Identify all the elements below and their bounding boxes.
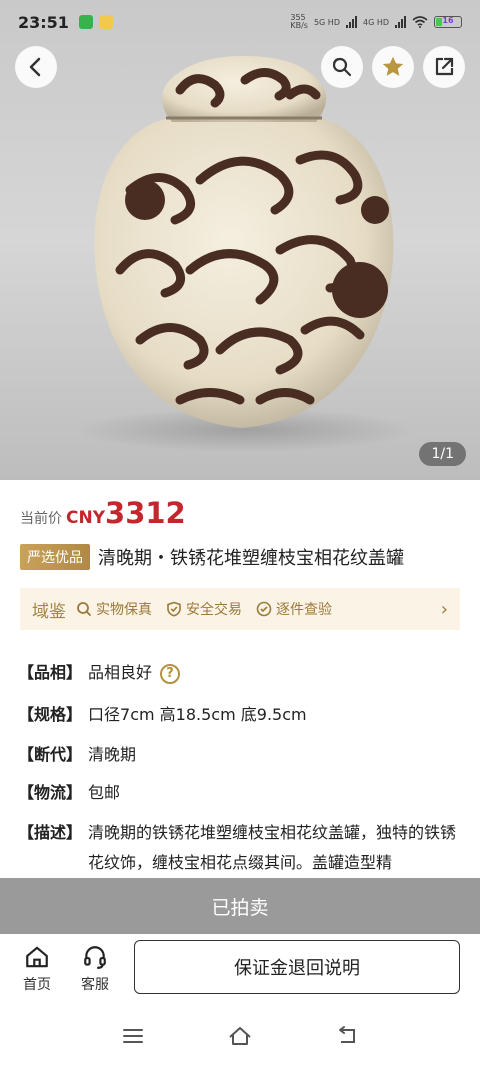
selected-badge: 严选优品 [20, 544, 90, 570]
shield-check-icon [167, 601, 181, 617]
search-icon [77, 602, 91, 616]
battery-level: 16 [442, 16, 454, 25]
spec-value: 清晚期 [88, 745, 137, 764]
network-4g-label: 4G HD [362, 17, 389, 27]
back-button[interactable] [15, 46, 57, 88]
network-5g-label: 5G HD [313, 17, 340, 27]
service-inspection: 逐件查验 [256, 599, 332, 619]
item-title: 清晚期・铁锈花堆塑缠枝宝相花纹盖罐 [98, 548, 404, 569]
spec-value-text: 品相良好 [88, 663, 153, 682]
home-nav-icon[interactable] [227, 1025, 253, 1047]
spec-description: 【描述】 清晚期的铁锈花堆塑缠枝宝相花纹盖罐，独特的铁锈花纹饰，缠枝宝相花点缀其… [18, 818, 462, 878]
bottom-action-bar: 首页 客服 保证金退回说明 [0, 934, 480, 1004]
spec-value: 清晚期的铁锈花堆塑缠枝宝相花纹盖罐，独特的铁锈花纹饰，缠枝宝相花点缀其间。盖罐造… [88, 823, 457, 872]
search-similar-button[interactable] [321, 46, 363, 88]
app-notification-icon [98, 15, 113, 29]
wifi-icon [412, 16, 428, 28]
chevron-right-icon: › [440, 598, 448, 620]
net-speed: 355 KB/s [290, 13, 308, 30]
help-icon[interactable]: ? [160, 663, 181, 684]
customer-service-tab[interactable]: 客服 [66, 944, 124, 994]
home-label: 首页 [23, 977, 51, 993]
deposit-refund-button[interactable]: 保证金退回说明 [134, 940, 460, 994]
signal-icon-2 [395, 16, 406, 28]
star-icon [382, 56, 404, 76]
share-icon [435, 57, 454, 76]
spec-key: 【描述】 [18, 823, 83, 842]
system-nav-bar [0, 1004, 480, 1067]
spec-condition: 【品相】 品相良好? [18, 658, 462, 688]
spec-key: 【断代】 [18, 745, 83, 764]
service-brand: 域鉴 [32, 601, 66, 622]
service-label: 实物保真 [96, 602, 152, 618]
sold-status-bar: 已拍卖 [0, 878, 480, 934]
share-button[interactable] [423, 46, 465, 88]
service-authentic: 实物保真 [76, 599, 152, 619]
price-label: 当前价 [20, 511, 62, 527]
spec-value: 口径7cm 高18.5cm 底9.5cm [88, 705, 307, 724]
service-safe-trade: 安全交易 [166, 599, 242, 619]
status-time: 23:51 [18, 12, 69, 32]
menu-icon[interactable] [121, 1026, 145, 1046]
service-label: 安全交易 [186, 602, 242, 618]
spec-key: 【规格】 [18, 705, 83, 724]
back-nav-icon[interactable] [335, 1025, 359, 1047]
product-image[interactable]: 1/1 [0, 0, 480, 480]
service-guarantee-bar[interactable]: 域鉴 实物保真 安全交易 逐件查验 › [20, 588, 460, 630]
spec-dating: 【断代】 清晚期 [18, 740, 462, 770]
back-arrow-icon [29, 57, 41, 77]
spec-size: 【规格】 口径7cm 高18.5cm 底9.5cm [18, 700, 462, 730]
spec-value: 品相良好? [88, 658, 181, 688]
spec-value: 包邮 [88, 783, 121, 802]
item-title-row: 严选优品 清晚期・铁锈花堆塑缠枝宝相花纹盖罐 [20, 544, 460, 570]
battery-icon: 16 [434, 16, 462, 28]
service-label: 逐件查验 [276, 602, 332, 618]
favorite-button[interactable] [372, 46, 414, 88]
home-icon [26, 946, 48, 968]
price-row: 当前价 CNY 3312 [20, 496, 186, 530]
home-tab[interactable]: 首页 [8, 944, 66, 994]
price-value: 3312 [105, 496, 186, 530]
service-label: 客服 [81, 977, 109, 993]
check-circle-icon [256, 601, 272, 617]
spec-key: 【物流】 [18, 783, 83, 802]
signal-icon [345, 16, 357, 28]
image-counter: 1/1 [419, 442, 466, 466]
status-bar: 23:51 355 KB/s 5G HD 4G HD 16 [0, 0, 480, 44]
wechat-notification-icon [78, 15, 93, 29]
spec-shipping: 【物流】 包邮 [18, 778, 462, 808]
price-currency: CNY [66, 508, 106, 528]
search-similar-icon [332, 57, 352, 77]
spec-key: 【品相】 [18, 663, 83, 682]
headset-icon [84, 946, 106, 969]
